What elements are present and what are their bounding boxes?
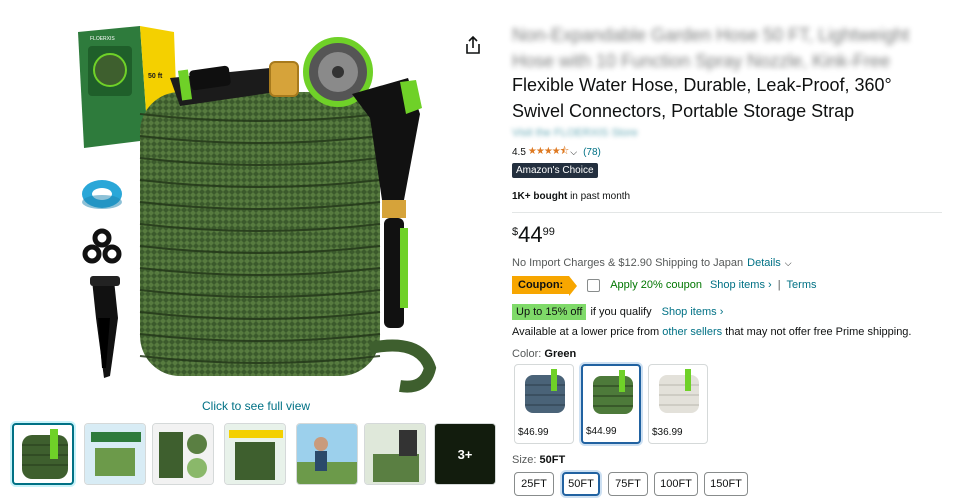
- divider: [512, 212, 942, 213]
- thumbnail-6[interactable]: [364, 423, 426, 485]
- other-sellers-note: Available at a lower price from other se…: [512, 326, 911, 338]
- swatch-price: $44.99: [586, 426, 617, 437]
- other-sellers-prefix: Available at a lower price from: [512, 326, 660, 338]
- storage-strap-image: [90, 276, 120, 378]
- thumbnail-4[interactable]: [224, 423, 286, 485]
- coupon-checkbox[interactable]: [587, 278, 601, 292]
- svg-text:50 ft: 50 ft: [148, 73, 163, 80]
- discount-badge: Up to 15% off: [512, 304, 587, 320]
- svg-text:FLOERXIS: FLOERXIS: [90, 36, 115, 42]
- swatch-image: [525, 369, 565, 413]
- shipping-info: No Import Charges & $12.90 Shipping to J…: [512, 257, 792, 269]
- color-label: Color: Green: [512, 348, 576, 360]
- see-full-view-link[interactable]: Click to see full view: [202, 399, 310, 413]
- product-title-blurred: Non-Expandable Garden Hose 50 FT, Lightw…: [512, 25, 910, 71]
- swatch-price: $46.99: [518, 427, 549, 438]
- size-label-text: Size:: [512, 454, 537, 466]
- chevron-down-icon[interactable]: ⌵: [785, 258, 792, 269]
- discount-shop-items-link[interactable]: Shop items ›: [662, 306, 724, 318]
- price-fraction: 99: [542, 226, 555, 238]
- color-swatch-blue[interactable]: $46.99: [514, 364, 574, 444]
- hose-illustration: FLOERXIS 50 ft: [78, 26, 437, 393]
- thumbnail-3[interactable]: [152, 423, 214, 485]
- color-label-text: Color:: [512, 348, 542, 360]
- share-icon[interactable]: [463, 35, 483, 55]
- selected-color: Green: [544, 348, 577, 360]
- swatch-image: [593, 370, 633, 414]
- size-option-75ft[interactable]: 75FT: [608, 472, 648, 496]
- separator: |: [777, 279, 781, 291]
- thumbnail-strip: 3+: [12, 423, 502, 485]
- selected-size: 50FT: [539, 454, 566, 466]
- apply-coupon-label[interactable]: Apply 20% coupon: [610, 279, 702, 291]
- other-sellers-suffix: that may not offer free Prime shipping.: [725, 326, 912, 338]
- color-swatch-green[interactable]: $44.99: [581, 364, 641, 444]
- teflon-tape-image: [82, 180, 122, 209]
- amazons-choice-badge: Amazon's Choice: [512, 163, 598, 178]
- price-whole: 44: [518, 222, 543, 247]
- size-label: Size: 50FT: [512, 454, 565, 466]
- discount-row: Up to 15% off if you qualify Shop items …: [512, 304, 723, 320]
- star-rating-icon[interactable]: ★★★★⯪: [528, 144, 569, 161]
- thumbnail-1[interactable]: [12, 423, 74, 485]
- chevron-down-icon[interactable]: ⌵: [570, 147, 577, 158]
- coupon-tag: Coupon:: [512, 276, 578, 296]
- size-option-100ft[interactable]: 100FT: [654, 472, 698, 496]
- size-option-150ft[interactable]: 150FT: [704, 472, 748, 496]
- bought-count-bold: 1K+ bought: [512, 191, 568, 202]
- swatch-image: [659, 369, 699, 413]
- product-title: Flexible Water Hose, Durable, Leak-Proof…: [512, 75, 892, 121]
- price: $ 44 99: [512, 222, 555, 248]
- thumbnail-5[interactable]: [296, 423, 358, 485]
- other-sellers-link[interactable]: other sellers: [662, 326, 722, 338]
- bought-count-rest: in past month: [570, 191, 631, 202]
- shipping-text: No Import Charges & $12.90 Shipping to J…: [512, 257, 744, 269]
- coupon-shop-items-link[interactable]: Shop items ›: [710, 279, 772, 291]
- swatch-price: $36.99: [652, 427, 683, 438]
- size-option-50ft[interactable]: 50FT: [562, 472, 600, 496]
- rating-row: 4.5 ★★★★⯪ ⌵ (78): [512, 144, 601, 161]
- thumbnail-more[interactable]: 3+: [434, 423, 496, 485]
- thumbnail-2[interactable]: [84, 423, 146, 485]
- terms-link[interactable]: Terms: [787, 279, 817, 291]
- coupon-row: Coupon: Apply 20% coupon Shop items › | …: [512, 276, 817, 296]
- discount-qualify-text: if you qualify: [590, 306, 652, 318]
- more-images-count: 3+: [435, 424, 495, 484]
- rating-count-link[interactable]: (78): [583, 147, 601, 158]
- store-link[interactable]: Visit the FLOERXIS Store: [512, 127, 638, 139]
- rubber-washers-image: [82, 228, 122, 264]
- color-swatch-white[interactable]: $36.99: [648, 364, 708, 444]
- main-product-image[interactable]: FLOERXIS 50 ft: [70, 18, 450, 393]
- rating-value: 4.5: [512, 147, 526, 158]
- bought-count: 1K+ bought in past month: [512, 191, 630, 202]
- size-option-25ft[interactable]: 25FT: [514, 472, 554, 496]
- shipping-details-link[interactable]: Details: [747, 257, 781, 269]
